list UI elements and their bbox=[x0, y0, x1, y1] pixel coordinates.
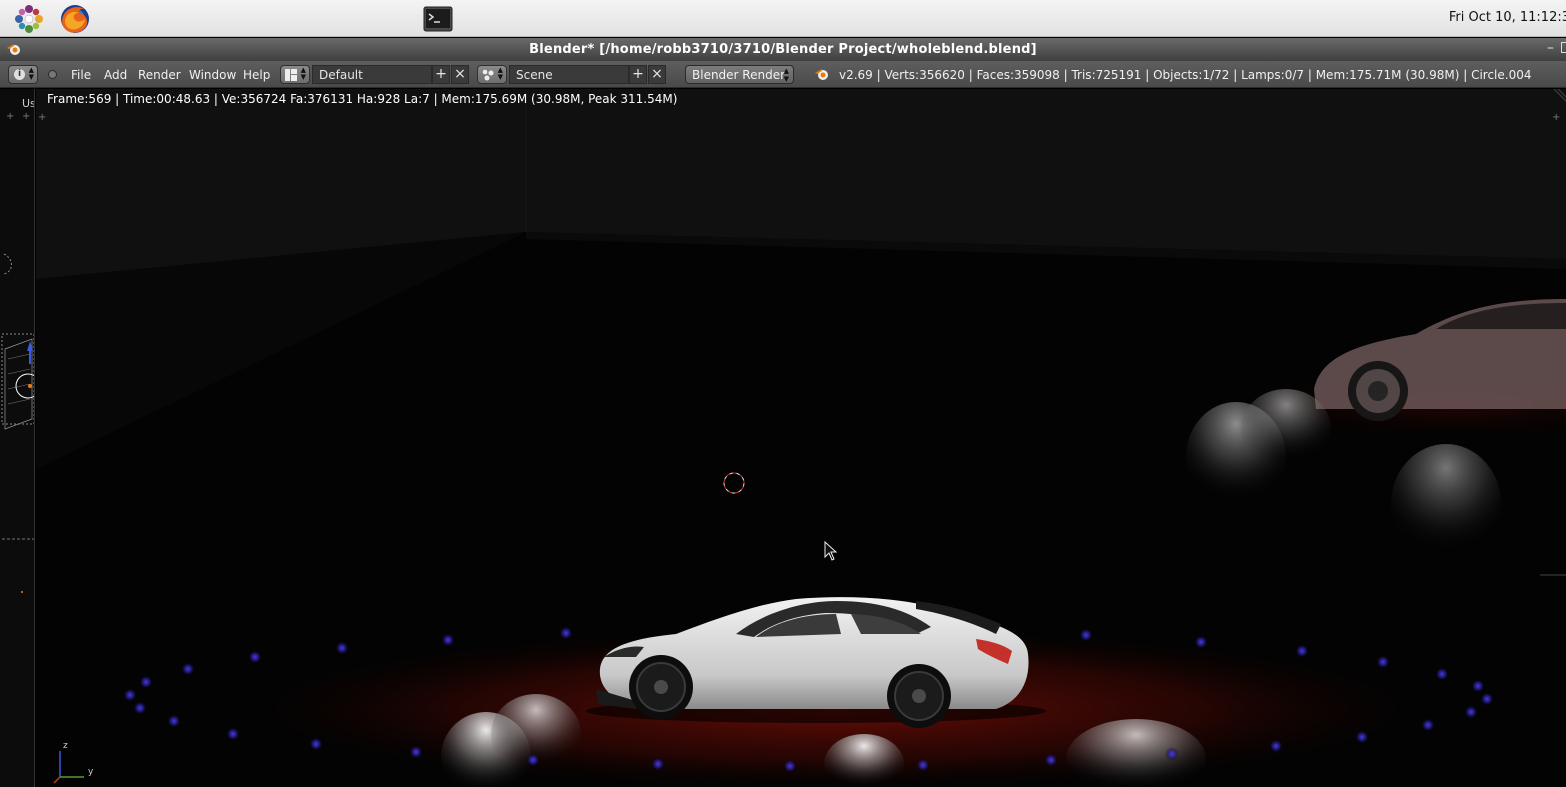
info-header: i ▲ ▼ File Add Render Window Help ▲ ▼ Defa… bbox=[0, 61, 1566, 88]
updown-arrow-icon: ▲ ▼ bbox=[28, 66, 34, 81]
system-menu-icon[interactable] bbox=[13, 3, 45, 35]
3d-viewport[interactable]: + + Frame:569 | Time:00:48.63 | Ve:35672… bbox=[36, 89, 1566, 787]
layout-grid-icon bbox=[285, 69, 297, 81]
svg-text:+: + bbox=[6, 111, 14, 122]
menu-file[interactable]: File bbox=[71, 68, 91, 82]
info-icon: i bbox=[14, 69, 25, 80]
terminal-icon[interactable] bbox=[422, 3, 454, 35]
maximize-button[interactable] bbox=[1561, 42, 1566, 53]
svg-text:+: + bbox=[1552, 112, 1560, 123]
blender-logo-icon bbox=[815, 69, 828, 80]
screen-layout-selector[interactable]: ▲ ▼ bbox=[280, 65, 310, 84]
updown-arrow-icon: ▲ ▼ bbox=[497, 66, 503, 81]
menu-add[interactable]: Add bbox=[104, 68, 127, 82]
menu-window[interactable]: Window bbox=[189, 68, 236, 82]
menu-help[interactable]: Help bbox=[243, 68, 270, 82]
window-titlebar[interactable]: Blender* [/home/robb3710/3710/Blender Pr… bbox=[0, 38, 1566, 61]
window-title: Blender* [/home/robb3710/3710/Blender Pr… bbox=[529, 42, 1037, 57]
menu-render[interactable]: Render bbox=[138, 68, 181, 82]
side-region-preview: + + bbox=[1, 111, 34, 593]
axis-gizmo bbox=[53, 751, 84, 784]
svg-text:+: + bbox=[22, 111, 30, 122]
delete-scene-button[interactable]: × bbox=[648, 65, 666, 84]
minimize-button[interactable]: – bbox=[1547, 40, 1554, 56]
render-engine-label: Blender Render bbox=[692, 68, 786, 82]
scene-statistics: v2.69 | Verts:356620 | Faces:359098 | Tr… bbox=[839, 68, 1532, 82]
desktop-panel: Fri Oct 10, 11:12:3 bbox=[0, 0, 1566, 37]
background-car bbox=[1314, 299, 1566, 421]
updown-arrow-icon: ▲ ▼ bbox=[783, 67, 789, 83]
editor-type-selector[interactable]: i ▲ ▼ bbox=[8, 65, 38, 84]
add-scene-button[interactable]: + bbox=[629, 65, 647, 84]
3d-cursor bbox=[723, 472, 745, 494]
outliner-side-region[interactable]: Us + + bbox=[0, 89, 35, 787]
clock[interactable]: Fri Oct 10, 11:12:3 bbox=[1449, 10, 1566, 25]
scene-field[interactable]: Scene bbox=[509, 65, 629, 84]
updown-arrow-icon: ▲ ▼ bbox=[300, 66, 306, 81]
delete-screen-button[interactable]: × bbox=[451, 65, 469, 84]
axis-z-label: z bbox=[63, 741, 68, 751]
render-view: + + bbox=[36, 89, 1566, 787]
render-info: Frame:569 | Time:00:48.63 | Ve:356724 Fa… bbox=[47, 92, 678, 106]
mouse-pointer-icon bbox=[824, 541, 838, 561]
svg-text:+: + bbox=[38, 112, 46, 123]
axis-y-label: y bbox=[88, 767, 94, 777]
scene-icon bbox=[482, 69, 494, 81]
firefox-icon[interactable] bbox=[59, 3, 91, 35]
collapse-menus-icon[interactable] bbox=[48, 70, 57, 79]
render-engine-selector[interactable]: Blender Render ▲ ▼ bbox=[685, 65, 794, 84]
main-car bbox=[586, 597, 1046, 728]
scene-selector[interactable]: ▲ ▼ bbox=[477, 65, 507, 84]
add-screen-button[interactable]: + bbox=[432, 65, 450, 84]
screen-layout-field[interactable]: Default bbox=[312, 65, 432, 84]
